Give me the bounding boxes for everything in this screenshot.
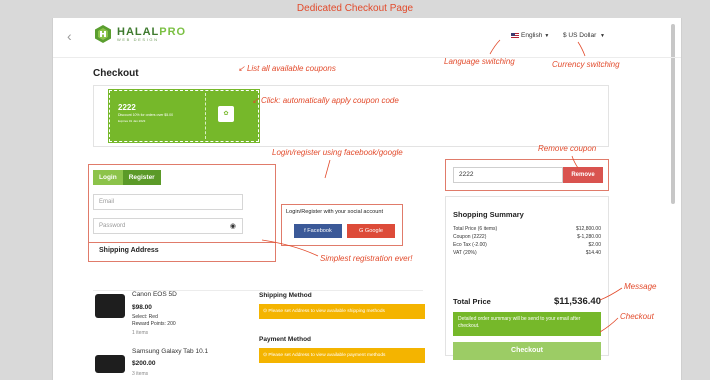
currency-switcher[interactable]: $ US Dollar ▼ — [563, 32, 605, 39]
summary-row: Coupon (2222) $-1,280.00 — [453, 234, 601, 240]
shipping-address-highlight — [88, 242, 276, 262]
logo-subtitle: WEB DESIGN — [117, 36, 159, 42]
page-title: Checkout — [93, 68, 139, 79]
product-price: $98.00 — [132, 304, 152, 311]
annotation-login-social: Login/register using facebook/google — [272, 148, 403, 157]
annotation-coupons: ↙ List all available coupons — [238, 64, 336, 73]
annotation-language: Language switching — [444, 57, 515, 66]
chevron-left-icon[interactable]: ‹ — [67, 28, 72, 44]
shopping-summary-title: Shopping Summary — [453, 210, 524, 219]
product-quantity: 1 items — [132, 330, 149, 336]
coupon-expiry: Expires 01 Jan 2023 — [118, 119, 146, 123]
coupon-code: 2222 — [118, 103, 136, 112]
summary-row: Total Price (6 items) $12,800.00 — [453, 226, 601, 232]
product-price: $200.00 — [132, 360, 156, 367]
annotation-remove-coupon: Remove coupon — [538, 144, 597, 153]
total-value: $11,536.40 — [553, 296, 601, 307]
currency-label: $ US Dollar — [563, 32, 597, 39]
summary-row-value: $-1,280.00 — [577, 234, 601, 240]
password-placeholder: Password — [99, 223, 126, 229]
logo-text-main: HALAL — [117, 25, 160, 38]
product-option: Select: Red — [132, 314, 158, 320]
order-message: Detailed order summary will be send to y… — [453, 312, 601, 336]
product-image-camera — [95, 294, 125, 318]
remove-coupon-button[interactable]: Remove — [563, 167, 603, 183]
summary-row-label: VAT (20%) — [453, 250, 477, 256]
login-tabs: Login Register — [93, 170, 161, 185]
social-login-label: Login/Register with your social account — [286, 209, 384, 215]
summary-row-value: $2.00 — [588, 242, 601, 248]
summary-row-label: Total Price (6 items) — [453, 226, 498, 232]
tab-login[interactable]: Login — [93, 170, 123, 185]
caret-down-icon: ▼ — [544, 32, 550, 39]
caret-down-icon: ▼ — [600, 33, 605, 39]
tab-register[interactable]: Register — [122, 170, 161, 185]
annotation-click-apply-text: Click: automatically apply coupon code — [260, 96, 399, 105]
annotation-checkout: Checkout — [620, 312, 654, 321]
header: ‹ HALALPRO WEB DESIGN English ▼ $ US Dol… — [53, 18, 681, 58]
coupon-divider — [205, 93, 206, 139]
logo-text-pro: PRO — [159, 25, 187, 38]
email-field[interactable]: Email — [93, 194, 243, 210]
logo-mark-icon — [95, 25, 111, 43]
us-flag-icon — [511, 33, 519, 38]
annotation-coupons-text: List all available coupons — [246, 64, 336, 73]
annotation-message: Message — [624, 282, 657, 291]
coupon-description: Discount 10% for orders over $5.00 — [118, 113, 174, 117]
google-login-button[interactable]: G Google — [347, 224, 395, 238]
summary-row-label: Coupon (2222) — [453, 234, 487, 240]
checkmark-icon: ✿ — [223, 111, 229, 117]
eye-icon[interactable]: ◉ — [230, 220, 236, 234]
language-label: English — [521, 32, 543, 39]
payment-warning-text: Please set Address to view available pay… — [268, 353, 386, 358]
checkout-button[interactable]: Checkout — [453, 342, 601, 360]
coupon-card[interactable]: 2222 Discount 10% for orders over $5.00 … — [108, 89, 260, 143]
shipping-warning-text: Please set Address to view available shi… — [268, 309, 385, 314]
summary-row-label: Eco Tax (-2.00) — [453, 242, 487, 248]
annotation-click-apply: ↙ Click: automatically apply coupon code — [252, 96, 399, 105]
payment-method-title: Payment Method — [259, 336, 312, 343]
payment-method-warning: ⊙ Please set Address to view available p… — [259, 348, 425, 363]
password-field[interactable]: Password ◉ — [93, 218, 243, 234]
language-switcher[interactable]: English ▼ — [511, 32, 549, 39]
total-label: Total Price — [453, 297, 491, 306]
apply-coupon-button[interactable]: ✿ — [218, 106, 234, 122]
shipping-method-warning: ⊙ Please set Address to view available s… — [259, 304, 425, 319]
page-banner-title: Dedicated Checkout Page — [0, 0, 710, 18]
facebook-login-button[interactable]: f Facebook — [294, 224, 342, 238]
summary-row: Eco Tax (-2.00) $2.00 — [453, 242, 601, 248]
product-quantity: 3 items — [132, 371, 149, 377]
product-name: Samsung Galaxy Tab 10.1 — [132, 348, 209, 355]
product-name: Canon EOS 5D — [132, 291, 177, 298]
logo[interactable]: HALALPRO WEB DESIGN — [93, 24, 186, 44]
summary-row-value: $14.40 — [585, 250, 601, 256]
shipping-method-title: Shipping Method — [259, 292, 312, 299]
annotation-currency: Currency switching — [552, 60, 620, 69]
annotation-simplest-registration: Simplest registration ever! — [320, 254, 413, 263]
total-row: Total Price $11,536.40 — [453, 296, 601, 308]
product-reward-points: Reward Points: 200 — [132, 321, 176, 327]
summary-row-value: $12,800.00 — [575, 226, 601, 232]
browser-window: ‹ HALALPRO WEB DESIGN English ▼ $ US Dol… — [52, 18, 682, 380]
product-image-tablet — [95, 355, 125, 373]
summary-row: VAT (20%) $14.40 — [453, 250, 601, 256]
coupon-code-input[interactable]: 2222 — [453, 167, 563, 183]
